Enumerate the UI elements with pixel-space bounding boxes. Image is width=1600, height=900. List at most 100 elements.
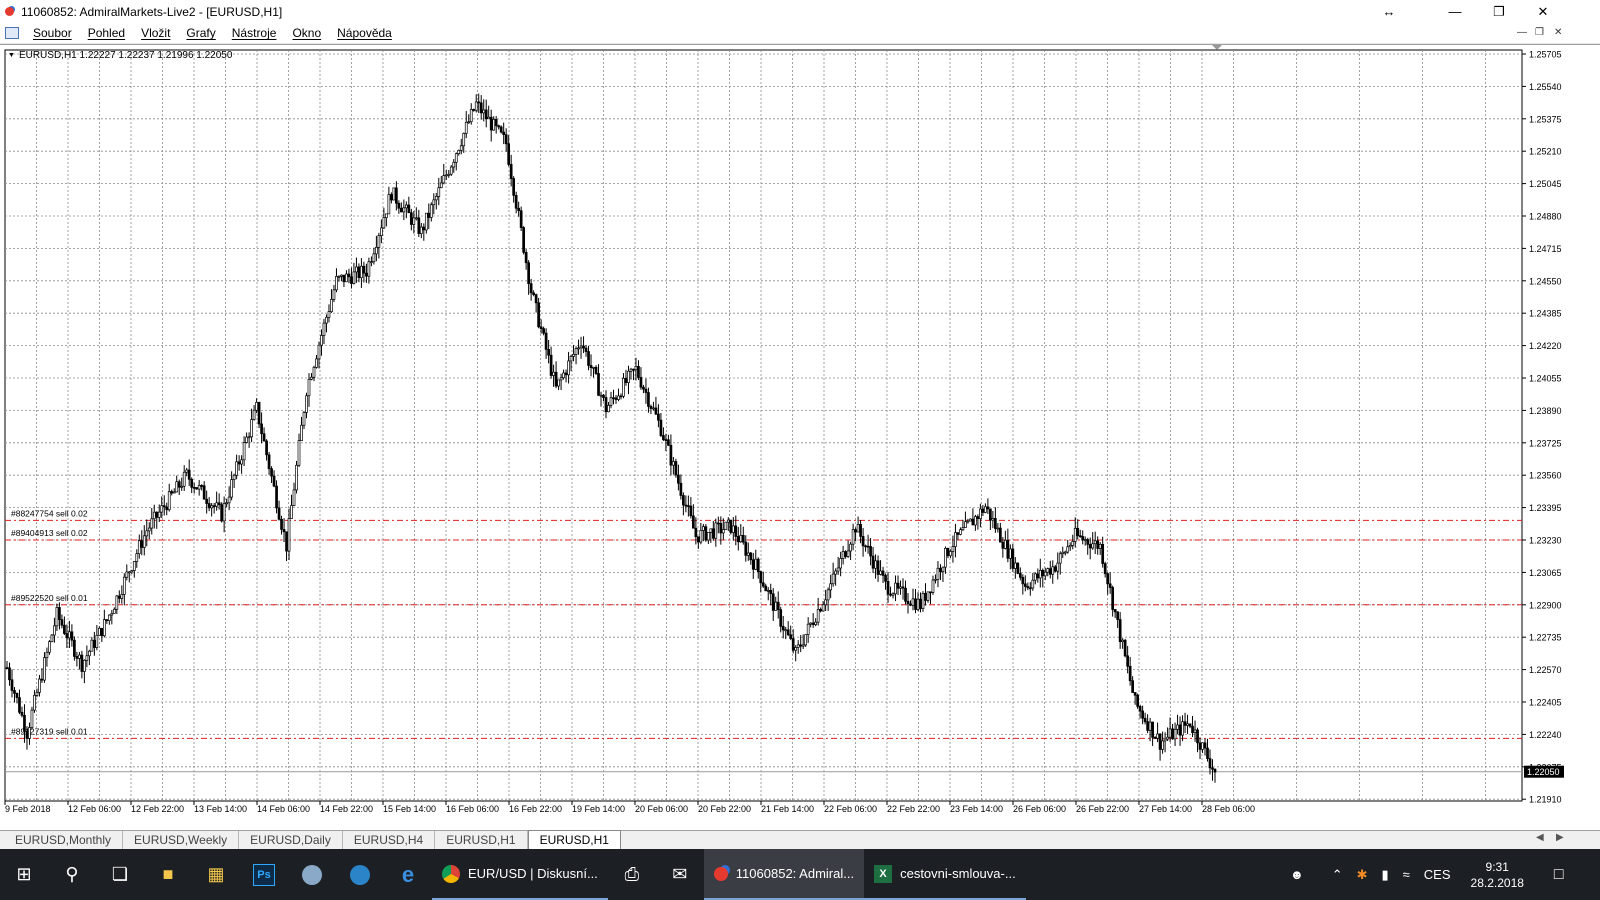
people-icon[interactable]: ☻: [1290, 867, 1304, 882]
system-tray: ☻ ⌃ ✱ ▮ ≈ CES 9:31 28.2.2018 □: [1290, 849, 1564, 900]
candle-body: [110, 613, 114, 616]
candle-body: [999, 527, 1002, 543]
menu-help[interactable]: Nápověda: [329, 26, 400, 40]
chart-info: ▼ EURUSD,H1 1.22227 1.22237 1.21996 1.22…: [8, 50, 232, 61]
windows-start-icon[interactable]: ⊞: [0, 849, 48, 900]
price-tick-label: 1.23560: [1529, 471, 1562, 481]
tab-scroll-right-icon[interactable]: ▶: [1556, 832, 1564, 843]
menu-insert[interactable]: Vložit: [133, 26, 178, 40]
store-icon[interactable]: ▦: [192, 849, 240, 900]
candle-body: [35, 692, 39, 696]
candle-body: [517, 207, 521, 212]
menu-view[interactable]: Pohled: [80, 26, 133, 40]
file-explorer-icon[interactable]: ■: [144, 849, 192, 900]
candle-body: [824, 599, 827, 606]
taskbar-app-chrome[interactable]: EUR/USD | Diskusní...: [432, 849, 608, 900]
candle-body: [272, 475, 276, 487]
candle-body: [1076, 527, 1080, 537]
mdi-minimize-icon[interactable]: —: [1517, 27, 1527, 38]
edge-icon[interactable]: e: [384, 849, 432, 900]
battery-icon[interactable]: ▮: [1382, 867, 1389, 883]
minimize-button[interactable]: —: [1433, 0, 1477, 23]
candle-body: [1051, 566, 1055, 575]
tab-eurusd-daily[interactable]: EURUSD,Daily: [239, 831, 343, 849]
taskbar-app-excel[interactable]: X cestovni-smlouva-...: [864, 849, 1026, 900]
mdi-close-icon[interactable]: ✕: [1554, 27, 1562, 38]
tab-eurusd-h1[interactable]: EURUSD,H1: [435, 831, 528, 849]
chart-window[interactable]: #88247754 sell 0.02 #89404913 sell 0.02 #8…: [0, 44, 1600, 830]
chart-shift-marker[interactable]: [1212, 45, 1222, 50]
tab-eurusd-h4[interactable]: EURUSD,H4: [343, 831, 436, 849]
candle-body: [866, 545, 870, 548]
mdi-restore-icon[interactable]: ❐: [1535, 27, 1544, 38]
tab-eurusd-weekly[interactable]: EURUSD,Weekly: [123, 831, 240, 849]
photoshop-icon[interactable]: Ps: [240, 849, 288, 900]
candle-body: [746, 552, 750, 556]
candle-body: [1118, 619, 1122, 642]
tray-app-icon[interactable]: ✱: [1357, 867, 1368, 883]
candle-body: [310, 376, 313, 380]
tray-expand-icon[interactable]: ⌃: [1332, 867, 1343, 883]
menu-tools[interactable]: Nástroje: [224, 26, 285, 40]
candle-body: [1201, 742, 1204, 750]
candle-body: [936, 567, 940, 580]
candle-body: [791, 638, 795, 651]
tab-eurusd-monthly[interactable]: EURUSD,Monthly: [4, 831, 124, 849]
thunderbird-icon[interactable]: [288, 849, 336, 900]
candle-body: [679, 482, 683, 496]
maximize-button[interactable]: ❐: [1477, 0, 1521, 23]
taskbar-app-label: cestovni-smlouva-...: [900, 866, 1016, 881]
candle-body: [120, 594, 124, 599]
candle-body: [854, 529, 857, 533]
candle-body: [157, 511, 161, 518]
task-view-icon[interactable]: ❏: [96, 849, 144, 900]
candle-body: [577, 347, 580, 350]
candle-body: [674, 461, 678, 476]
candle-body: [429, 204, 433, 218]
menu-window[interactable]: Okno: [284, 26, 329, 40]
mail-icon[interactable]: ✉: [656, 849, 704, 900]
menu-file[interactable]: Soubor: [25, 26, 80, 40]
candle-body: [706, 532, 710, 541]
wifi-icon[interactable]: ≈: [1403, 867, 1410, 882]
price-chart[interactable]: #88247754 sell 0.02 #89404913 sell 0.02 #8…: [0, 45, 1600, 831]
resize-icon[interactable]: ↔: [1367, 0, 1411, 23]
candle-body: [1091, 543, 1095, 549]
network-app-icon[interactable]: [336, 849, 384, 900]
close-button[interactable]: ✕: [1521, 0, 1565, 23]
candle-body: [265, 440, 268, 456]
candle-body: [489, 116, 493, 131]
candle-body: [407, 204, 411, 214]
search-icon[interactable]: ⚲: [48, 849, 96, 900]
notifications-icon[interactable]: □: [1554, 866, 1564, 884]
time-tick-label: 26 Feb 06:00: [1013, 804, 1066, 814]
price-tick-label: 1.23725: [1529, 438, 1562, 448]
candle-body: [659, 419, 663, 436]
candle-body: [205, 498, 209, 504]
candle-body: [741, 535, 745, 543]
candle-body: [699, 530, 703, 543]
candle-body: [97, 627, 101, 636]
candle-body: [544, 332, 548, 350]
language-indicator[interactable]: CES: [1424, 867, 1451, 882]
tab-scroll-left-icon[interactable]: ◀: [1536, 832, 1544, 843]
candle-body: [172, 491, 176, 494]
candle-body: [75, 656, 79, 659]
candle-body: [569, 355, 573, 362]
chart-window-icon[interactable]: [5, 27, 19, 39]
candle-body: [65, 633, 69, 639]
candle-body: [602, 394, 605, 398]
candle-body: [320, 335, 323, 346]
candle-body: [95, 634, 99, 648]
menu-charts[interactable]: Grafy: [178, 26, 223, 40]
price-tick-label: 1.24385: [1529, 309, 1562, 319]
candle-body: [457, 150, 461, 155]
candle-body: [969, 518, 972, 522]
taskbar-app-metatrader[interactable]: 11060852: Admiral...: [703, 849, 865, 900]
collapse-arrow-icon[interactable]: ▼: [8, 52, 15, 59]
candle-body: [604, 397, 608, 413]
printer-icon[interactable]: ⎙: [608, 849, 656, 900]
tab-eurusd-h1-active[interactable]: EURUSD,H1: [527, 830, 621, 849]
clock[interactable]: 9:31 28.2.2018: [1471, 859, 1524, 891]
candle-body: [509, 164, 513, 179]
